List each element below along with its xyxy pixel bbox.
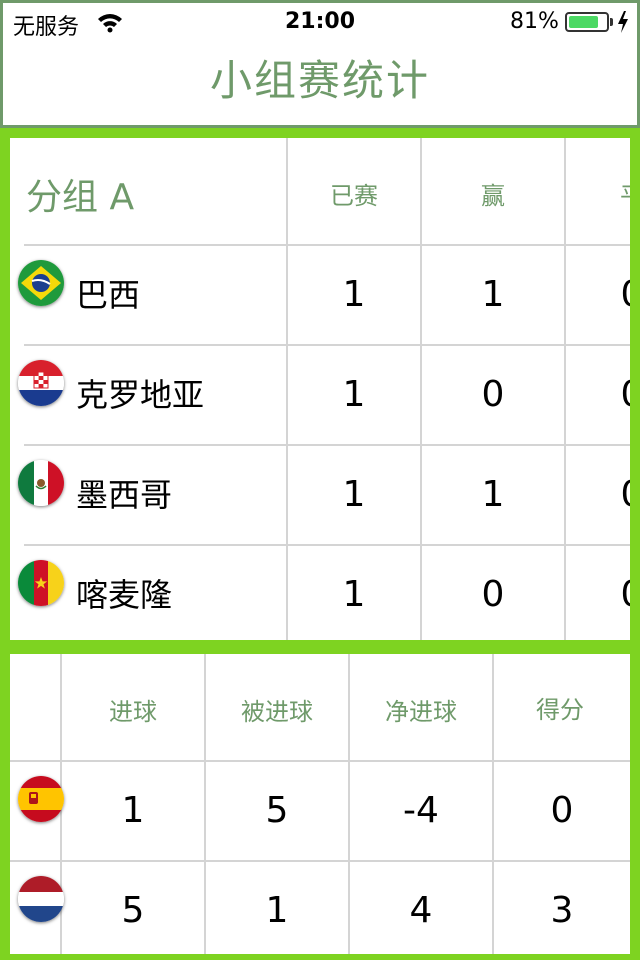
column-header-draws: 平 <box>566 176 630 211</box>
status-bar: 无服务 21:00 81% <box>3 3 637 41</box>
goal-difference-value: -4 <box>403 790 439 831</box>
draws-value: 0 <box>566 474 630 515</box>
mexico-flag-icon <box>18 460 64 506</box>
grid-line <box>10 860 630 862</box>
played-value: 1 <box>342 374 366 415</box>
wins-value: 1 <box>481 274 505 315</box>
draws-value: 0 <box>566 574 630 615</box>
netherlands-flag-icon <box>18 876 64 922</box>
played-value: 1 <box>342 474 366 515</box>
goals-for-value: 1 <box>121 790 145 831</box>
cameroon-flag-icon <box>18 560 64 606</box>
charging-icon <box>618 11 628 33</box>
team-name: 墨西哥 <box>76 476 173 514</box>
draws-value: 0 <box>566 374 630 415</box>
battery-icon <box>565 12 609 32</box>
column-header-goal-difference: 净进球 <box>385 698 457 726</box>
group-standings-table[interactable]: 分组 A 已赛 赢 平 巴西 1 1 0 克罗地亚 1 0 0 <box>10 138 630 640</box>
grid-line <box>10 760 630 762</box>
wins-value: 1 <box>481 474 505 515</box>
brazil-flag-icon <box>18 260 64 306</box>
draws-value: 0 <box>566 274 630 315</box>
battery-level <box>569 16 598 28</box>
column-header-goals-for: 进球 <box>109 698 157 726</box>
grid-line <box>24 344 630 346</box>
wins-value: 0 <box>481 374 505 415</box>
team-name: 巴西 <box>76 276 141 314</box>
team-name: 克罗地亚 <box>76 376 205 414</box>
team-name: 喀麦隆 <box>76 576 173 614</box>
croatia-flag-icon <box>18 360 64 406</box>
battery-tip <box>610 18 613 26</box>
column-header-points: 得分 <box>536 696 584 724</box>
goals-against-value: 1 <box>265 890 289 931</box>
group-title: 分组 A <box>26 177 135 218</box>
spain-flag-icon <box>18 776 64 822</box>
points-value: 3 <box>550 890 574 931</box>
column-header-played: 已赛 <box>330 182 378 210</box>
page-title: 小组赛统计 <box>209 56 430 105</box>
goals-points-table[interactable]: 进球 被进球 净进球 得分 1 5 -4 0 5 1 4 3 <box>10 654 630 954</box>
goal-difference-value: 4 <box>409 890 433 931</box>
goals-against-value: 5 <box>265 790 289 831</box>
points-value: 0 <box>550 790 574 831</box>
grid-line <box>24 444 630 446</box>
wins-value: 0 <box>481 574 505 615</box>
played-value: 1 <box>342 274 366 315</box>
battery-percent: 81% <box>510 9 559 34</box>
grid-line <box>24 544 630 546</box>
played-value: 1 <box>342 574 366 615</box>
goals-for-value: 5 <box>121 890 145 931</box>
header-bar: 无服务 21:00 81% 小组赛统计 <box>0 0 640 128</box>
column-header-wins: 赢 <box>481 182 505 210</box>
column-header-goals-against: 被进球 <box>241 698 313 726</box>
grid-line <box>24 244 630 246</box>
